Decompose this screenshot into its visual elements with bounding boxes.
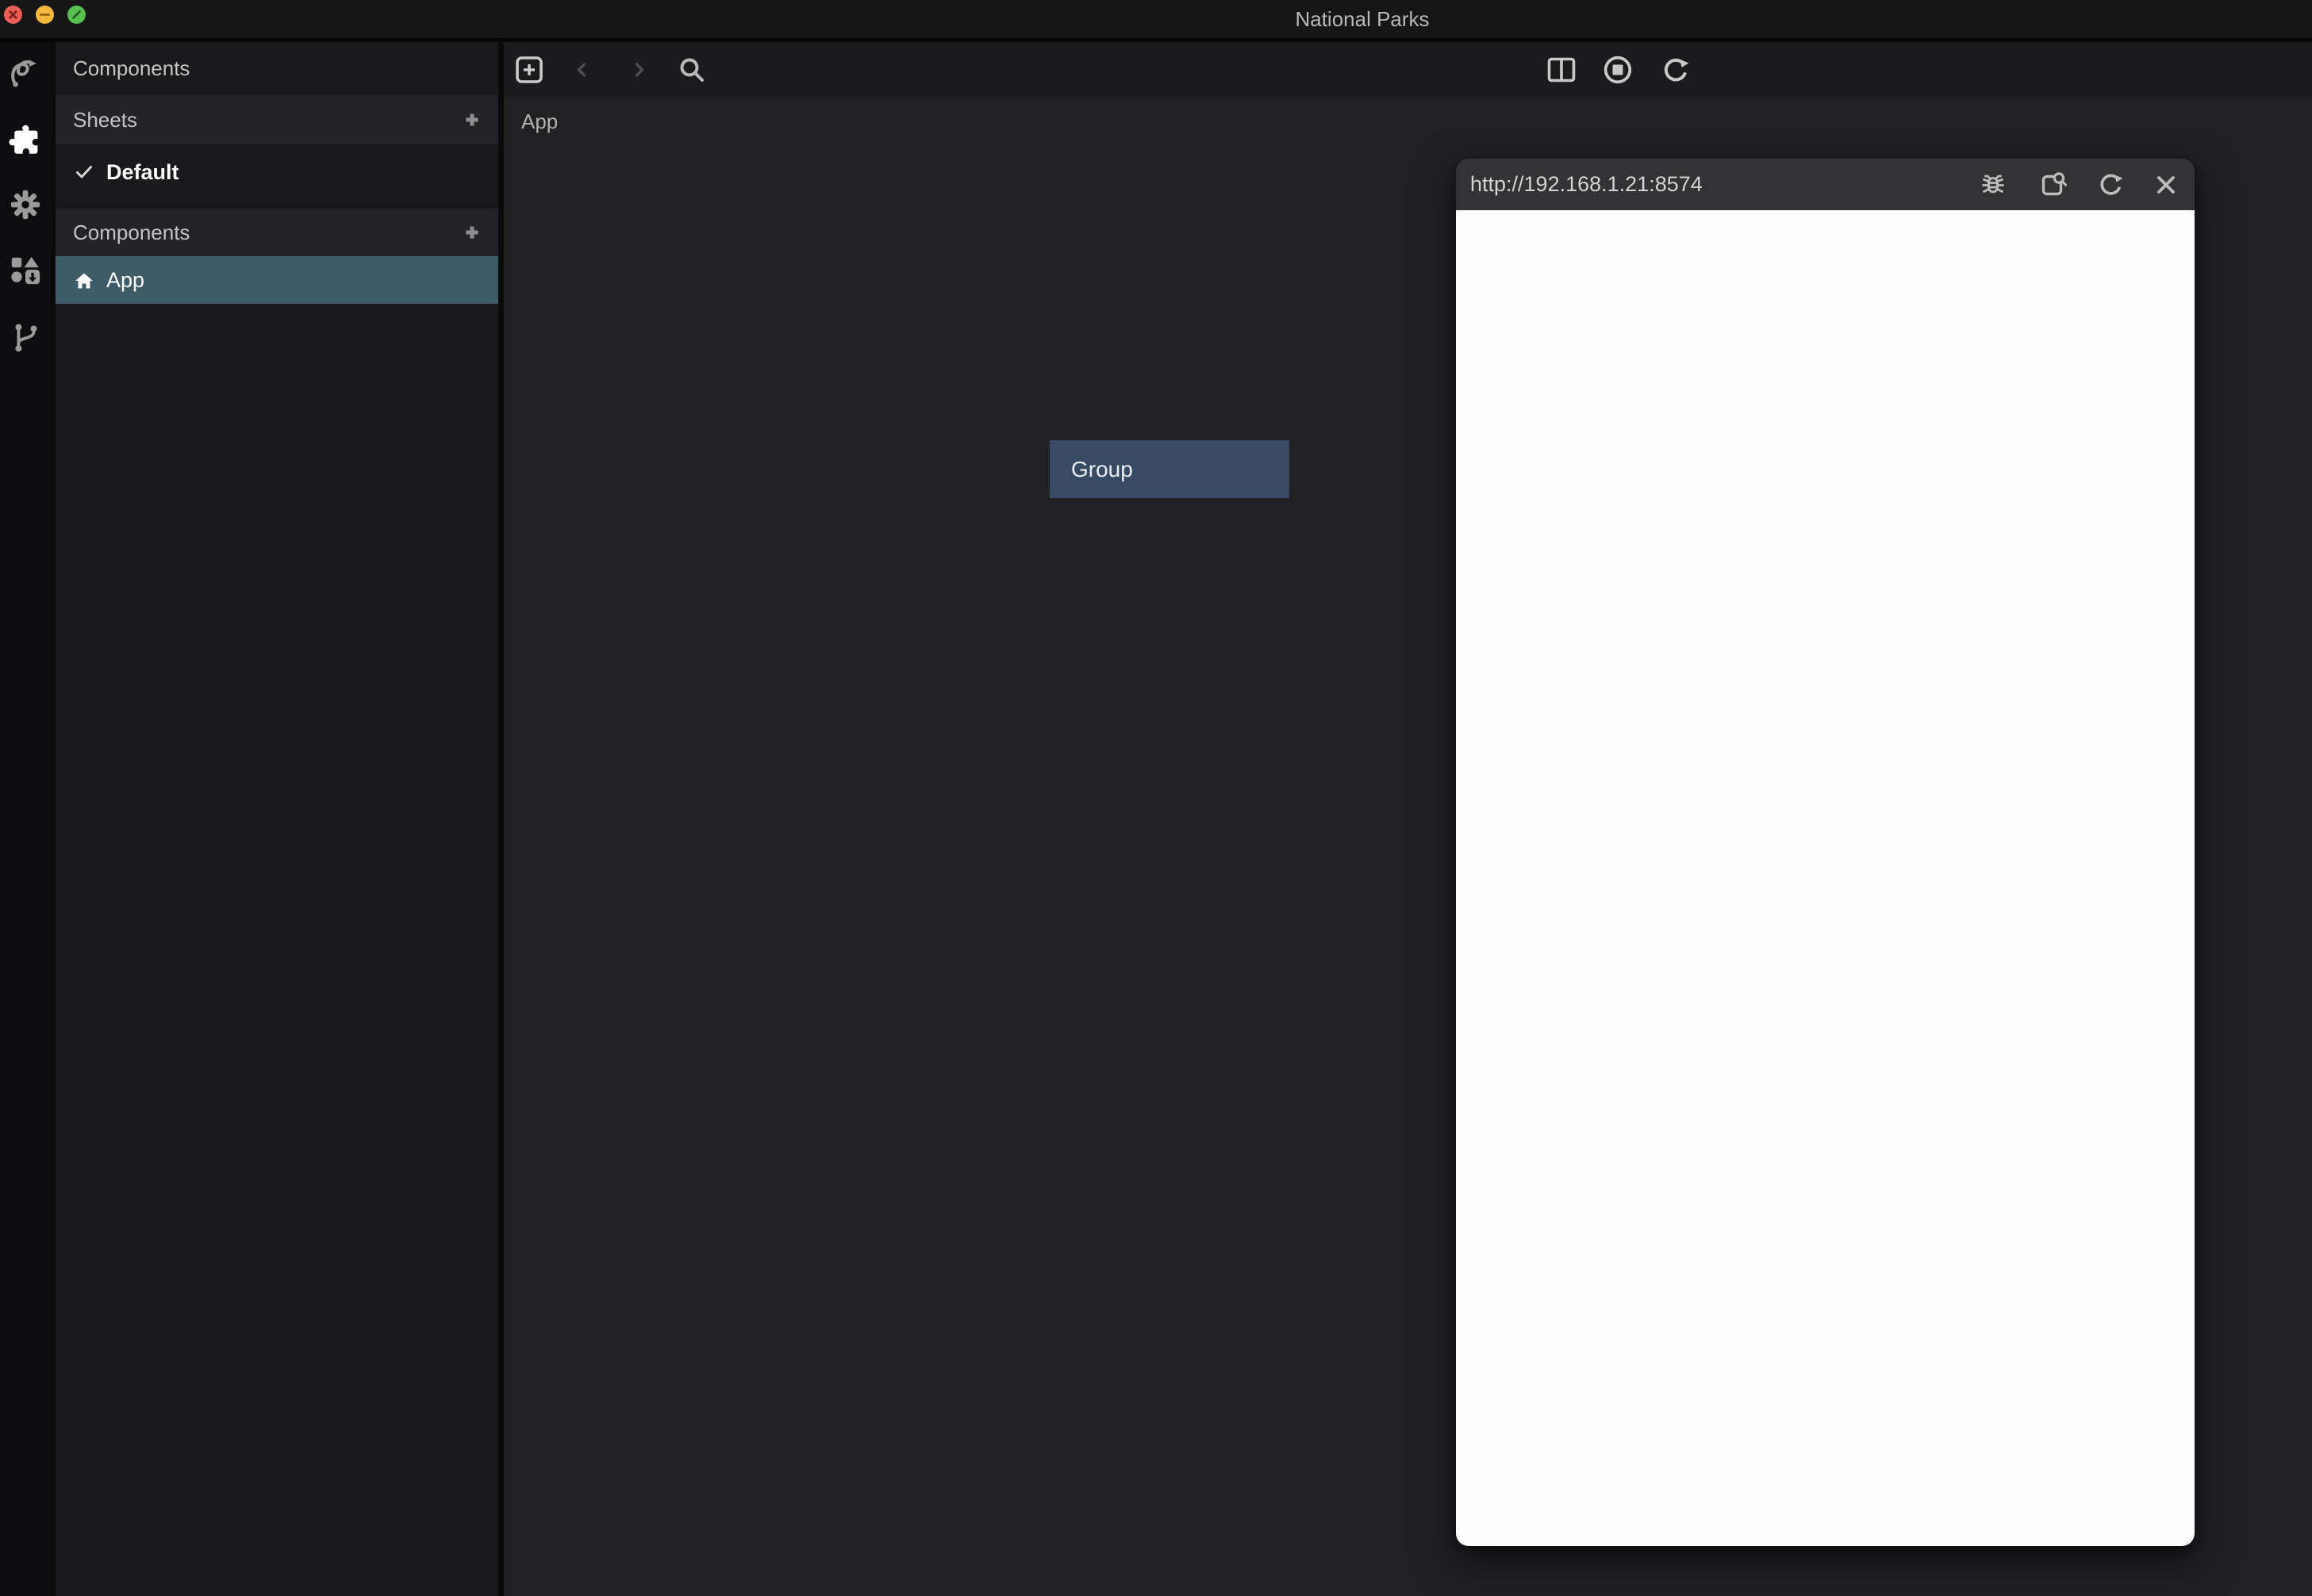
- preview-content: [1456, 210, 2195, 1546]
- components-section-header: Components: [56, 209, 498, 256]
- minimize-window-button[interactable]: [36, 6, 54, 24]
- component-item-label: App: [106, 268, 144, 293]
- search-icon: [678, 56, 706, 84]
- sheets-section-header: Sheets: [56, 95, 498, 144]
- chevron-left-icon: [574, 61, 591, 79]
- route-icon[interactable]: [8, 56, 43, 90]
- stop-icon: [1603, 55, 1633, 85]
- breadcrumb-app[interactable]: App: [521, 109, 558, 134]
- preview-window: http://192.168.1.21:8574: [1456, 159, 2195, 1546]
- check-icon: [73, 163, 95, 181]
- inspect-page-icon: [2037, 171, 2067, 198]
- plus-icon: [462, 222, 482, 243]
- stop-button[interactable]: [1603, 55, 1633, 85]
- group-label: Group: [1071, 457, 1133, 482]
- titlebar: National Parks: [0, 0, 2312, 42]
- sidebar: Components Sheets Default Components: [56, 42, 498, 1596]
- add-component-button[interactable]: [462, 222, 482, 243]
- spacer: [56, 200, 498, 209]
- canvas-toolbar: [504, 42, 2312, 98]
- maximize-window-button[interactable]: [67, 6, 86, 24]
- close-icon: [4, 6, 22, 24]
- plus-square-icon: [515, 56, 543, 84]
- activity-bar: [0, 42, 51, 1596]
- settings-gear-icon[interactable]: [8, 187, 43, 222]
- add-component-canvas-button[interactable]: [515, 56, 543, 84]
- refresh-icon: [1661, 56, 1689, 84]
- shapes-components-icon[interactable]: [8, 253, 43, 288]
- minimize-icon: [36, 6, 54, 24]
- preview-url[interactable]: http://192.168.1.21:8574: [1470, 172, 1703, 197]
- git-merge-icon[interactable]: [8, 319, 43, 354]
- window-title: National Parks: [1295, 0, 1429, 38]
- close-icon: [2153, 172, 2179, 198]
- extensions-puzzle-icon[interactable]: [8, 121, 43, 156]
- sheet-item-default[interactable]: Default: [56, 144, 498, 200]
- sheets-section-label: Sheets: [73, 108, 137, 132]
- split-view-icon: [1547, 57, 1576, 82]
- component-item-app[interactable]: App: [56, 256, 498, 304]
- navigate-back-button[interactable]: [574, 61, 591, 79]
- close-preview-button[interactable]: [2153, 172, 2179, 198]
- refresh-canvas-button[interactable]: [1661, 56, 1689, 84]
- inspect-page-button[interactable]: [2037, 171, 2067, 198]
- refresh-icon: [2097, 171, 2123, 198]
- window-controls: [4, 6, 86, 24]
- home-icon: [73, 270, 95, 290]
- refresh-preview-button[interactable]: [2097, 171, 2123, 198]
- add-sheet-button[interactable]: [462, 109, 482, 130]
- chevron-right-icon: [630, 61, 647, 79]
- components-section-label: Components: [73, 221, 190, 245]
- debug-bug-icon: [1980, 172, 2007, 198]
- close-window-button[interactable]: [4, 6, 22, 24]
- split-view-button[interactable]: [1547, 57, 1576, 82]
- plus-icon: [462, 109, 482, 130]
- search-button[interactable]: [678, 56, 706, 84]
- sheet-item-label: Default: [106, 160, 179, 185]
- debug-button[interactable]: [1980, 172, 2007, 198]
- group-component[interactable]: Group: [1050, 440, 1289, 498]
- preview-titlebar: http://192.168.1.21:8574: [1456, 159, 2195, 210]
- maximize-icon: [67, 6, 86, 24]
- sidebar-title: Components: [56, 42, 498, 95]
- navigate-forward-button[interactable]: [630, 61, 647, 79]
- preview-actions: [1980, 171, 2179, 198]
- divider: [498, 42, 504, 1596]
